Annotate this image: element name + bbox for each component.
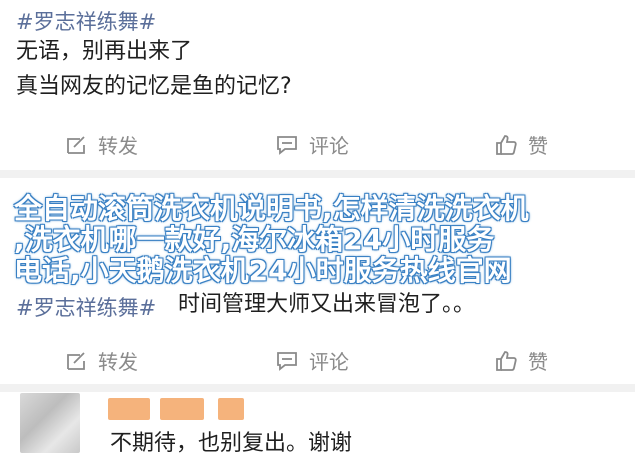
- post-text-line-1: 无语，别再出来了: [16, 39, 193, 64]
- repost-label: 转发: [98, 350, 138, 374]
- like-button[interactable]: 赞: [494, 130, 548, 159]
- repost-icon: [67, 135, 85, 154]
- action-bar-1: 转发 评论 赞: [0, 120, 635, 168]
- comment-icon: [277, 135, 297, 155]
- username-blurred[interactable]: [108, 398, 150, 420]
- repost-icon: [67, 351, 85, 370]
- repost-button[interactable]: 转发: [64, 346, 138, 375]
- overlay-line-1: 全自动滚筒洗衣机说明书,怎样清洗洗衣机: [14, 192, 529, 225]
- comment-button[interactable]: 评论: [275, 130, 349, 159]
- overlay-line-3: 电话,小天鹅洗衣机24小时服务热线官网: [14, 254, 512, 287]
- post-text: 时间管理大师又出来冒泡了。。: [178, 292, 476, 317]
- comment-button[interactable]: 评论: [275, 346, 349, 375]
- hashtag-link[interactable]: #罗志祥练舞#: [16, 292, 156, 322]
- comment-label: 评论: [309, 350, 349, 374]
- thumbs-up-icon: [496, 134, 517, 155]
- username-blurred[interactable]: [160, 398, 204, 420]
- repost-label: 转发: [98, 134, 138, 158]
- avatar[interactable]: [20, 393, 80, 453]
- action-bar-2: 转发 评论 赞: [0, 336, 635, 384]
- like-button[interactable]: 赞: [494, 346, 548, 375]
- repost-button[interactable]: 转发: [64, 130, 138, 159]
- reply-text: 不期待，也别复出。谢谢: [110, 431, 353, 456]
- comment-label: 评论: [309, 134, 349, 158]
- like-label: 赞: [528, 350, 548, 374]
- thumbs-up-icon: [496, 350, 517, 371]
- comment-icon: [277, 351, 297, 371]
- divider: [0, 384, 635, 392]
- overlay-line-2: ,洗衣机哪一款好,海尔冰箱24小时服务: [14, 223, 495, 256]
- divider: [0, 170, 635, 178]
- hashtag-link[interactable]: #罗志祥练舞#: [16, 6, 156, 36]
- username-blurred[interactable]: [218, 398, 244, 420]
- like-label: 赞: [528, 134, 548, 158]
- post-text-line-2: 真当网友的记忆是鱼的记忆?: [16, 74, 292, 99]
